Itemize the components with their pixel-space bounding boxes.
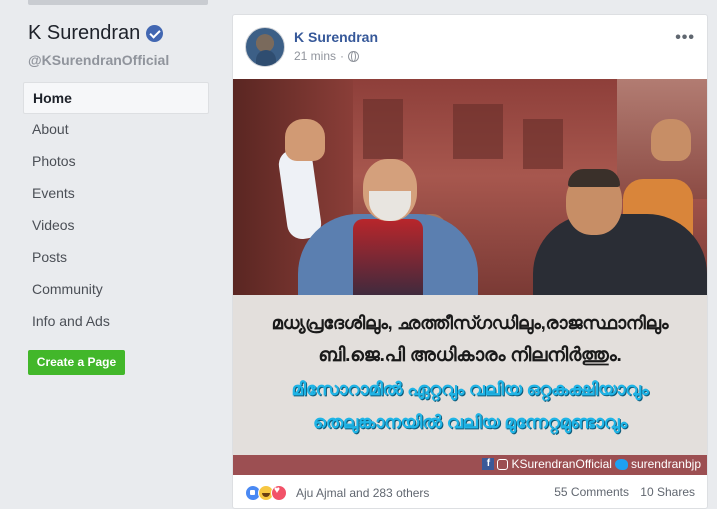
sidebar-item-home[interactable]: Home <box>23 82 209 114</box>
page-nav: Home About Photos Events Videos Posts Co… <box>23 82 209 338</box>
instagram-icon <box>497 458 509 470</box>
post-footer: Aju Ajmal and 283 others 55 Comments 10 … <box>245 483 695 503</box>
banner-line: മിസോറാമിൽ ഏറ്റവും വലിയ ഒറ്റകക്ഷിയാവും <box>291 379 649 399</box>
facebook-icon: f <box>482 458 495 470</box>
image-credits-bar: f KSurendranOfficial surendranbjp <box>233 455 707 475</box>
twitter-icon <box>614 458 628 470</box>
sidebar-item-posts[interactable]: Posts <box>23 242 209 274</box>
engagement-counts: 55 Comments 10 Shares <box>546 485 695 499</box>
post-image[interactable]: മധ്യപ്രദേശിലും, ഛത്തീസ്ഗഡിലും,രാജസ്ഥാനില… <box>233 79 707 475</box>
banner-line: ബി.ജെ.പി അധികാരം നിലനിർത്തും. <box>318 345 622 366</box>
credit-twitter-handle: surendranbjp <box>630 457 701 471</box>
shares-count-link[interactable]: 10 Shares <box>640 485 695 499</box>
image-text-banner: മധ്യപ്രദേശിലും, ഛത്തീസ്ഗഡിലും,രാജസ്ഥാനില… <box>233 295 707 475</box>
reactors-text[interactable]: Aju Ajmal and 283 others <box>296 486 429 500</box>
create-page-button[interactable]: Create a Page <box>28 350 125 375</box>
post-author[interactable]: K Surendran <box>294 29 378 45</box>
left-sidebar: K Surendran @KSurendranOfficial Home Abo… <box>0 0 220 509</box>
sidebar-item-photos[interactable]: Photos <box>23 146 209 178</box>
sidebar-item-community[interactable]: Community <box>23 274 209 306</box>
post-meta: 21 mins · <box>294 49 360 63</box>
post-card: K Surendran 21 mins · ••• മധ്യപ്രദേശിലും… <box>232 14 708 509</box>
author-avatar[interactable] <box>245 27 285 67</box>
sidebar-item-videos[interactable]: Videos <box>23 210 209 242</box>
meta-separator: · <box>340 49 345 63</box>
post-header: K Surendran 21 mins · ••• <box>245 27 695 69</box>
person-figure <box>276 119 493 304</box>
more-options-icon[interactable]: ••• <box>675 29 695 47</box>
reactions-summary[interactable]: Aju Ajmal and 283 others <box>245 485 429 501</box>
page-handle[interactable]: @KSurendranOfficial <box>28 52 169 68</box>
banner-line: മധ്യപ്രദേശിലും, ഛത്തീസ്ഗഡിലും,രാജസ്ഥാനില… <box>271 313 669 333</box>
sidebar-item-info-and-ads[interactable]: Info and Ads <box>23 306 209 338</box>
comments-count-link[interactable]: 55 Comments <box>554 485 629 499</box>
page-title[interactable]: K Surendran <box>28 22 164 45</box>
photo-area <box>233 79 707 304</box>
sidebar-item-events[interactable]: Events <box>23 178 209 210</box>
banner-line: തെലുങ്കാനയിൽ വലിയ മുന്നേറ്റമുണ്ടാവും <box>313 412 627 432</box>
verified-badge-icon <box>146 25 164 42</box>
love-reaction-icon <box>271 485 287 501</box>
page-name-text[interactable]: K Surendran <box>28 22 140 45</box>
credit-facebook-handle: KSurendranOfficial <box>511 457 612 471</box>
globe-icon[interactable] <box>348 50 360 62</box>
person-figure <box>533 119 707 304</box>
post-timestamp[interactable]: 21 mins <box>294 49 336 63</box>
image-credits: f KSurendranOfficial surendranbjp <box>482 457 701 471</box>
sidebar-item-about[interactable]: About <box>23 114 209 146</box>
